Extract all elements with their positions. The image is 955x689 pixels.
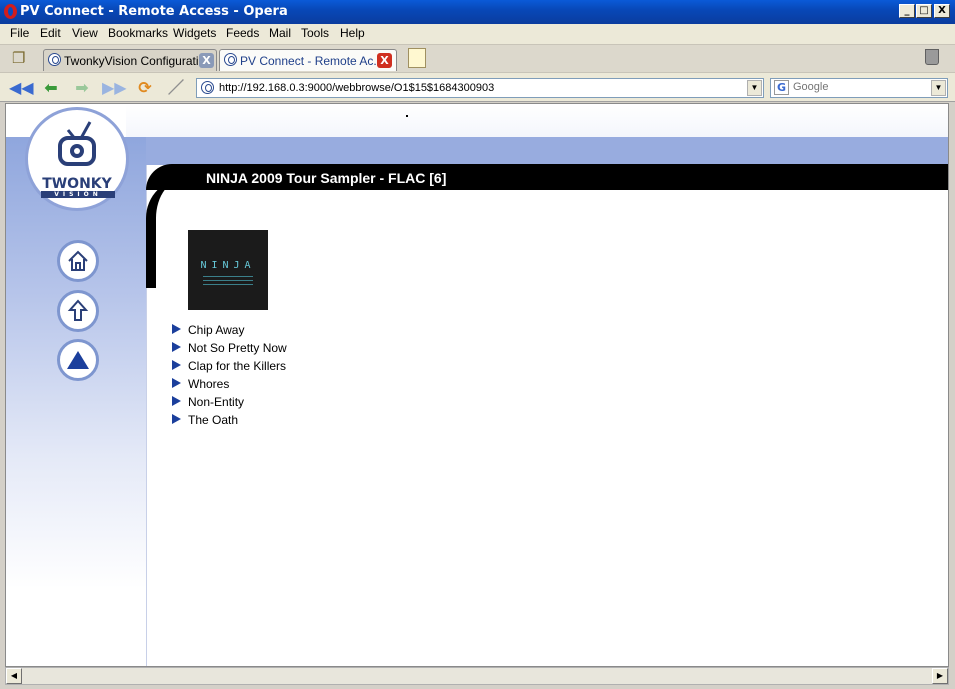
top-button[interactable] [57,339,99,381]
tab-pv-connect[interactable]: PV Connect - Remote Ac... X [219,49,397,71]
track-title[interactable]: The Oath [188,413,238,427]
horizontal-scrollbar[interactable]: ◀ ▶ [5,667,949,685]
close-tab-icon[interactable]: X [377,53,392,68]
track-title[interactable]: Non-Entity [188,395,244,409]
site-icon [201,81,214,94]
window-title-bar: PV Connect - Remote Access - Opera _ □ X [0,0,955,24]
web-page: NINJA 2009 Tour Sampler - FLAC [6] TWONK… [5,103,949,667]
play-triangle-icon [172,378,181,388]
track-title[interactable]: Clap for the Killers [188,359,286,373]
back-icon[interactable]: ⬅ [40,78,62,98]
tv-icon [58,121,96,166]
album-title: NINJA 2009 Tour Sampler - FLAC [6] [206,170,447,186]
tab-label: TwonkyVision Configuration [64,54,212,68]
minimize-button[interactable]: _ [899,4,915,18]
left-sidebar [6,137,147,666]
album-header: NINJA 2009 Tour Sampler - FLAC [6] [146,164,948,190]
menu-edit[interactable]: Edit [40,26,61,40]
logo-sub: VISION [41,191,115,198]
album-art-line [203,276,253,277]
forward-icon[interactable]: ➡ [71,78,93,98]
menu-file[interactable]: File [10,26,29,40]
play-triangle-icon [172,324,181,334]
menu-tools[interactable]: Tools [301,26,329,40]
home-button[interactable] [57,240,99,282]
play-triangle-icon [172,342,181,352]
close-window-button[interactable]: X [934,4,950,18]
maximize-button[interactable]: □ [916,4,932,18]
album-art[interactable]: NINJA [188,230,268,310]
tab-bar: ❐ TwonkyVision Configuration X PV Connec… [0,44,955,73]
google-icon: G [774,80,789,95]
up-arrow-icon [67,299,89,321]
opera-icon [4,4,17,19]
page-icon [48,53,61,66]
logo-brand: TWONKY [42,176,112,192]
tab-label: PV Connect - Remote Ac... [240,54,384,68]
album-art-text: NINJA [200,260,256,271]
page-dot [406,115,408,117]
edit-icon[interactable]: ／ [165,78,187,98]
triangle-up-icon [67,351,89,369]
up-level-button[interactable] [57,290,99,332]
menu-mail[interactable]: Mail [269,26,291,40]
menu-widgets[interactable]: Widgets [173,26,216,40]
play-triangle-icon [172,414,181,424]
page-top-strip [126,104,948,137]
play-triangle-icon [172,360,181,370]
track-title[interactable]: Chip Away [188,323,244,337]
menu-bookmarks[interactable]: Bookmarks [108,26,168,40]
chevron-down-icon[interactable]: ▼ [931,80,946,96]
close-tab-icon[interactable]: X [199,53,214,68]
play-triangle-icon [172,396,181,406]
album-art-line [203,280,253,281]
page-icon [224,53,237,66]
trash-icon[interactable] [925,49,939,65]
navigation-bar: ◀◀ ⬅ ➡ ▶▶ ⟳ ／ http://192.168.0.3:9000/we… [0,72,955,102]
tab-twonkyvision-configuration[interactable]: TwonkyVision Configuration X [43,49,217,71]
reload-icon[interactable]: ⟳ [134,78,156,98]
menu-bar: File Edit View Bookmarks Widgets Feeds M… [0,24,955,44]
track-title[interactable]: Whores [188,377,229,391]
album-art-line [203,284,253,285]
track-title[interactable]: Not So Pretty Now [188,341,287,355]
address-url: http://192.168.0.3:9000/webbrowse/O1$15$… [219,82,495,94]
scroll-left-icon[interactable]: ◀ [6,668,22,684]
twonky-logo[interactable]: TWONKY VISION [25,107,129,211]
chevron-down-icon[interactable]: ▼ [747,80,762,96]
rewind-icon[interactable]: ◀◀ [9,78,34,98]
window-title: PV Connect - Remote Access - Opera [20,4,288,19]
menu-view[interactable]: View [72,26,98,40]
search-input[interactable] [793,81,923,93]
scroll-right-icon[interactable]: ▶ [932,668,948,684]
top-band [146,137,948,165]
address-field[interactable]: http://192.168.0.3:9000/webbrowse/O1$15$… [196,78,764,98]
menu-feeds[interactable]: Feeds [226,26,259,40]
home-icon [68,250,88,271]
new-tab-icon[interactable] [408,48,426,68]
menu-help[interactable]: Help [340,26,365,40]
fast-forward-icon[interactable]: ▶▶ [102,78,127,98]
search-field[interactable]: G ▼ [770,78,948,98]
header-curve [146,178,186,288]
sessions-icon[interactable]: ❐ [12,49,34,67]
